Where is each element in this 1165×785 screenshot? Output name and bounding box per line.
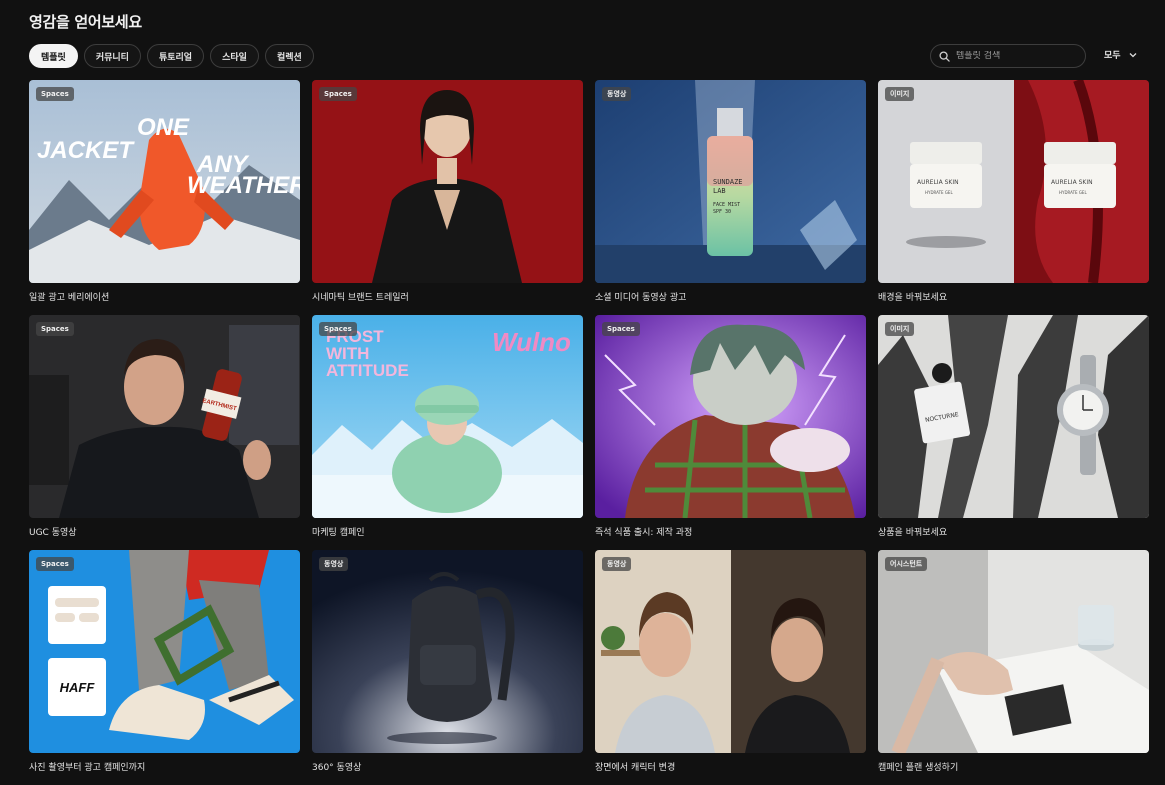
template-card[interactable]: NOCTURNE 이미지 상품을 바꿔보세요 [878, 315, 1149, 550]
card-badge: Spaces [36, 322, 74, 336]
template-grid: ONE JACKET ANY WEATHER Spaces 일괄 광고 베리에이… [29, 80, 1149, 785]
tab-tutorials[interactable]: 튜토리얼 [146, 44, 205, 68]
card-thumbnail: AURELIA SKIN HYDRATE GEL AURELIA SKIN HY… [878, 80, 1149, 283]
card-thumbnail: HAFF Spaces [29, 550, 300, 753]
face-mist-product-image: SUNDAZE LAB FACE MIST SPF 30 [595, 80, 866, 283]
campaign-plan-image [878, 550, 1149, 753]
template-card[interactable]: Spaces 시네마틱 브랜드 트레일러 [312, 80, 583, 315]
card-thumbnail: NOCTURNE 이미지 [878, 315, 1149, 518]
card-title: 즉석 식품 출시: 제작 과정 [595, 528, 693, 538]
card-badge: Spaces [36, 87, 74, 101]
cinematic-portrait-image [312, 80, 583, 283]
card-badge: 이미지 [885, 322, 915, 336]
card-thumbnail: 어시스턴트 [878, 550, 1149, 753]
chevron-down-icon [1129, 52, 1137, 57]
overlay-text: HYDRATE GEL [925, 190, 953, 195]
page-title: 영감을 얻어보세요 [29, 13, 142, 31]
filter-dropdown[interactable]: 모두 [1104, 48, 1137, 61]
filter-label: 모두 [1104, 51, 1121, 61]
card-badge: Spaces [36, 557, 74, 571]
card-thumbnail: EARTHMIST Spaces [29, 315, 300, 518]
card-badge: 동영상 [602, 87, 632, 101]
overlay-text: WEATHER [187, 172, 300, 199]
tab-community[interactable]: 커뮤니티 [83, 44, 141, 68]
template-card[interactable]: HAFF Spaces 사진 촬영부터 광고 캠페인까지 [29, 550, 300, 785]
tab-styles[interactable]: 스타일 [210, 44, 259, 68]
card-badge: Spaces [319, 87, 357, 101]
overlay-text: HYDRATE GEL [1059, 190, 1087, 195]
template-card[interactable]: 동영상 360° 동영상 [312, 550, 583, 785]
tab-templates[interactable]: 템플릿 [29, 44, 78, 68]
overlay-text: SUNDAZE [713, 178, 743, 186]
overlay-text: Wulno [492, 327, 571, 357]
character-swap-image [595, 550, 866, 753]
anime-character-image [595, 315, 866, 518]
overlay-text: JACKET [37, 137, 135, 164]
template-search[interactable] [930, 44, 1086, 68]
skincare-background-image: AURELIA SKIN HYDRATE GEL AURELIA SKIN HY… [878, 80, 1149, 283]
card-thumbnail: Spaces [312, 80, 583, 283]
backpack-360-image [312, 550, 583, 753]
overlay-text: AURELIA SKIN [1051, 179, 1093, 186]
sneaker-campaign-image: HAFF [29, 550, 300, 753]
overlay-text: ONE [137, 114, 190, 141]
card-badge: 어시스턴트 [885, 557, 928, 571]
template-card[interactable]: 어시스턴트 캠페인 플랜 생성하기 [878, 550, 1149, 785]
card-thumbnail: 동영상 [312, 550, 583, 753]
card-title: 일괄 광고 베리에이션 [29, 293, 110, 303]
card-thumbnail: ONE JACKET ANY WEATHER Spaces [29, 80, 300, 283]
card-thumbnail: FROST WITH ATTITUDE Wulno Spaces [312, 315, 583, 518]
overlay-text: SPF 30 [713, 209, 731, 215]
overlay-text: HAFF [60, 680, 96, 695]
card-thumbnail: Spaces [595, 315, 866, 518]
card-thumbnail: 동영상 [595, 550, 866, 753]
category-tabs: 템플릿 커뮤니티 튜토리얼 스타일 컬렉션 [29, 44, 314, 68]
template-card[interactable]: 동영상 장면에서 캐릭터 변경 [595, 550, 866, 785]
template-card[interactable]: EARTHMIST Spaces UGC 동영상 [29, 315, 300, 550]
product-swap-image: NOCTURNE [878, 315, 1149, 518]
search-input[interactable] [956, 51, 1076, 61]
search-icon [939, 50, 950, 62]
tab-collections[interactable]: 컬렉션 [264, 44, 314, 68]
overlay-text: AURELIA SKIN [917, 179, 959, 186]
card-title: 소셜 미디어 동영상 광고 [595, 293, 687, 303]
card-title: 장면에서 캐릭터 변경 [595, 763, 676, 773]
card-title: 시네마틱 브랜드 트레일러 [312, 293, 409, 303]
template-card[interactable]: Spaces 즉석 식품 출시: 제작 과정 [595, 315, 866, 550]
card-badge: Spaces [319, 322, 357, 336]
template-card[interactable]: SUNDAZE LAB FACE MIST SPF 30 동영상 소셜 미디어 … [595, 80, 866, 315]
card-badge: 동영상 [602, 557, 632, 571]
card-badge: Spaces [602, 322, 640, 336]
jacket-ad-image: ONE JACKET ANY WEATHER [29, 80, 300, 283]
overlay-text: FACE MIST [713, 202, 740, 208]
overlay-text: ATTITUDE [326, 361, 409, 380]
card-badge: 이미지 [885, 87, 915, 101]
card-title: 상품을 바꿔보세요 [878, 528, 948, 538]
overlay-text: LAB [713, 187, 726, 195]
card-title: 360° 동영상 [312, 763, 362, 773]
card-title: 사진 촬영부터 광고 캠페인까지 [29, 763, 146, 773]
card-title: UGC 동영상 [29, 528, 77, 538]
marketing-campaign-image: FROST WITH ATTITUDE Wulno [312, 315, 583, 518]
card-thumbnail: SUNDAZE LAB FACE MIST SPF 30 동영상 [595, 80, 866, 283]
template-card[interactable]: AURELIA SKIN HYDRATE GEL AURELIA SKIN HY… [878, 80, 1149, 315]
card-title: 마케팅 캠페인 [312, 528, 365, 538]
template-card[interactable]: FROST WITH ATTITUDE Wulno Spaces 마케팅 캠페인 [312, 315, 583, 550]
card-title: 배경을 바꿔보세요 [878, 293, 948, 303]
card-badge: 동영상 [319, 557, 349, 571]
template-card[interactable]: ONE JACKET ANY WEATHER Spaces 일괄 광고 베리에이… [29, 80, 300, 315]
card-title: 캠페인 플랜 생성하기 [878, 763, 959, 773]
ugc-video-image: EARTHMIST [29, 315, 300, 518]
